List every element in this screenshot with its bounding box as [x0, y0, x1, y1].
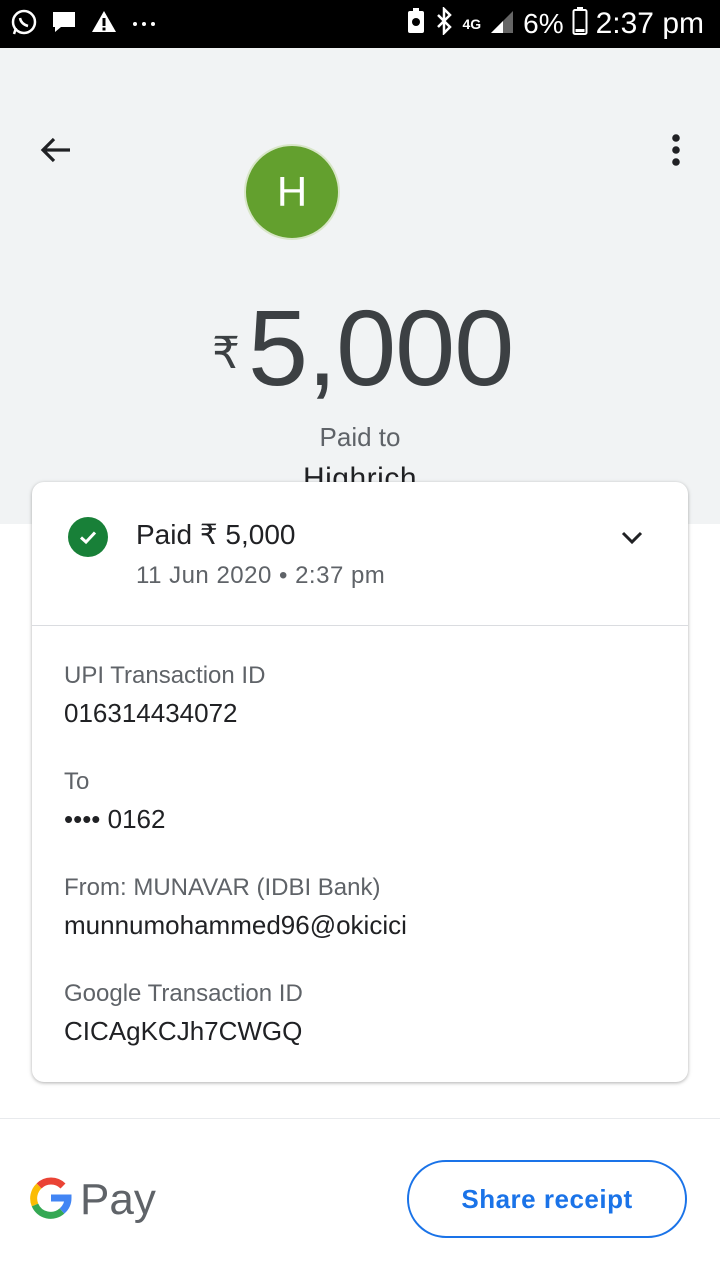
battery-icon: [572, 6, 588, 43]
footer-divider: [0, 1118, 720, 1119]
battery-percent: 6%: [523, 8, 564, 39]
detail-value: •••• 0162: [64, 804, 166, 834]
whatsapp-icon: [10, 8, 38, 41]
status-bar: 4G 6% 2:37 pm: [0, 0, 720, 48]
payment-date: 11 Jun 2020 • 2:37 pm: [136, 562, 386, 589]
pay-wordmark: Pay: [80, 1175, 156, 1224]
bluetooth-icon: [434, 5, 454, 42]
google-transaction-id: Google Transaction ID CICAgKCJh7CWGQ: [64, 980, 664, 1047]
detail-value: 016314434072: [64, 698, 238, 728]
more-options-button[interactable]: [652, 128, 700, 176]
status-time: 2:37 pm: [595, 7, 704, 40]
share-receipt-button[interactable]: Share receipt: [407, 1160, 687, 1238]
battery-saver-icon: [406, 7, 426, 42]
recipient-account: To •••• 0162: [64, 768, 664, 835]
back-arrow-icon: [38, 132, 74, 173]
warning-icon: [90, 8, 118, 41]
amount: 5,000: [248, 287, 514, 408]
more-vert-icon: [670, 132, 682, 173]
status-right-icons: 4G 6% 2:37 pm: [406, 5, 704, 43]
more-dots-icon: [130, 8, 158, 41]
signal-icon: [489, 7, 515, 42]
chat-icon: [50, 8, 78, 41]
transaction-details-card: Paid ₹ 5,000 11 Jun 2020 • 2:37 pm UPI T…: [32, 482, 688, 1082]
currency-symbol: ₹: [212, 329, 240, 378]
divider: [32, 625, 688, 626]
sender-account: From: MUNAVAR (IDBI Bank) munnumohammed9…: [64, 874, 664, 941]
chevron-down-icon[interactable]: [616, 522, 648, 554]
network-4g-icon: 4G: [462, 16, 482, 32]
detail-value: munnumohammed96@okicici: [64, 910, 407, 940]
detail-label: To: [64, 768, 90, 795]
check-circle-icon: [68, 517, 108, 557]
payment-header: H ₹ 5,000 Paid to Highrich: [0, 48, 720, 524]
detail-label: Google Transaction ID: [64, 980, 303, 1007]
transaction-status-row[interactable]: Paid ₹ 5,000 11 Jun 2020 • 2:37 pm: [32, 482, 688, 626]
detail-label: UPI Transaction ID: [64, 662, 266, 689]
detail-label: From: MUNAVAR (IDBI Bank): [64, 874, 381, 901]
google-pay-logo: Pay: [30, 1170, 156, 1230]
status-left-icons: [10, 6, 158, 42]
avatar: H: [244, 144, 340, 240]
paid-to-label: Paid to: [319, 422, 401, 452]
upi-transaction-id: UPI Transaction ID 016314434072: [64, 662, 664, 729]
back-button[interactable]: [32, 128, 80, 176]
google-g-icon: [30, 1177, 72, 1224]
amount-display: ₹ 5,000: [0, 288, 720, 408]
detail-value: CICAgKCJh7CWGQ: [64, 1016, 303, 1046]
payment-status-title: Paid ₹ 5,000: [136, 519, 296, 550]
